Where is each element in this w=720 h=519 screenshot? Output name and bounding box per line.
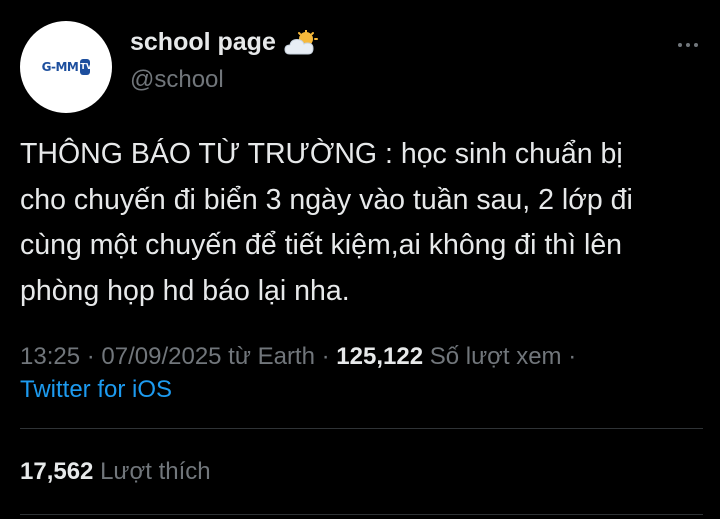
avatar-logo-mark: TV <box>80 59 92 75</box>
source-link[interactable]: Twitter for iOS <box>20 372 172 408</box>
more-dot-icon <box>686 43 690 47</box>
tweet-date[interactable]: 07/09/2025 <box>101 343 221 370</box>
likes-count: 17,562 <box>20 458 94 485</box>
tweet-location: từ Earth <box>221 343 315 370</box>
avatar-logo-text: G-MM <box>41 60 79 74</box>
more-options-button[interactable] <box>672 34 704 56</box>
likes-label: Lượt thích <box>93 458 211 485</box>
tweet-meta: 13:25 · 07/09/2025 từ Earth · 125,122 Số… <box>20 339 576 375</box>
sun-behind-cloud-icon <box>284 28 318 56</box>
more-dot-icon <box>678 43 682 47</box>
author-handle[interactable]: @school <box>130 66 224 94</box>
more-dot-icon <box>694 43 698 47</box>
avatar-logo: G-MM TV <box>41 59 92 75</box>
tweet-detail: G-MM TV school page @school THÔNG BÁO TỪ… <box>0 0 720 519</box>
tweet-text: THÔNG BÁO TỪ TRƯỜNG : học sinh chuẩn bị … <box>20 138 633 307</box>
divider <box>20 428 703 429</box>
author-display-name[interactable]: school page <box>130 28 276 57</box>
meta-separator: · <box>314 343 337 370</box>
meta-separator: · <box>80 343 102 370</box>
meta-trailing-separator: · <box>561 343 577 370</box>
likes-stat[interactable]: 17,562 Lượt thích <box>20 454 211 490</box>
tweet-time[interactable]: 13:25 <box>20 343 80 370</box>
author-name-row: school page <box>130 28 318 57</box>
divider <box>20 514 703 515</box>
avatar[interactable]: G-MM TV <box>20 21 112 113</box>
views-count: 125,122 <box>336 343 424 370</box>
views-label: Số lượt xem <box>423 343 562 370</box>
